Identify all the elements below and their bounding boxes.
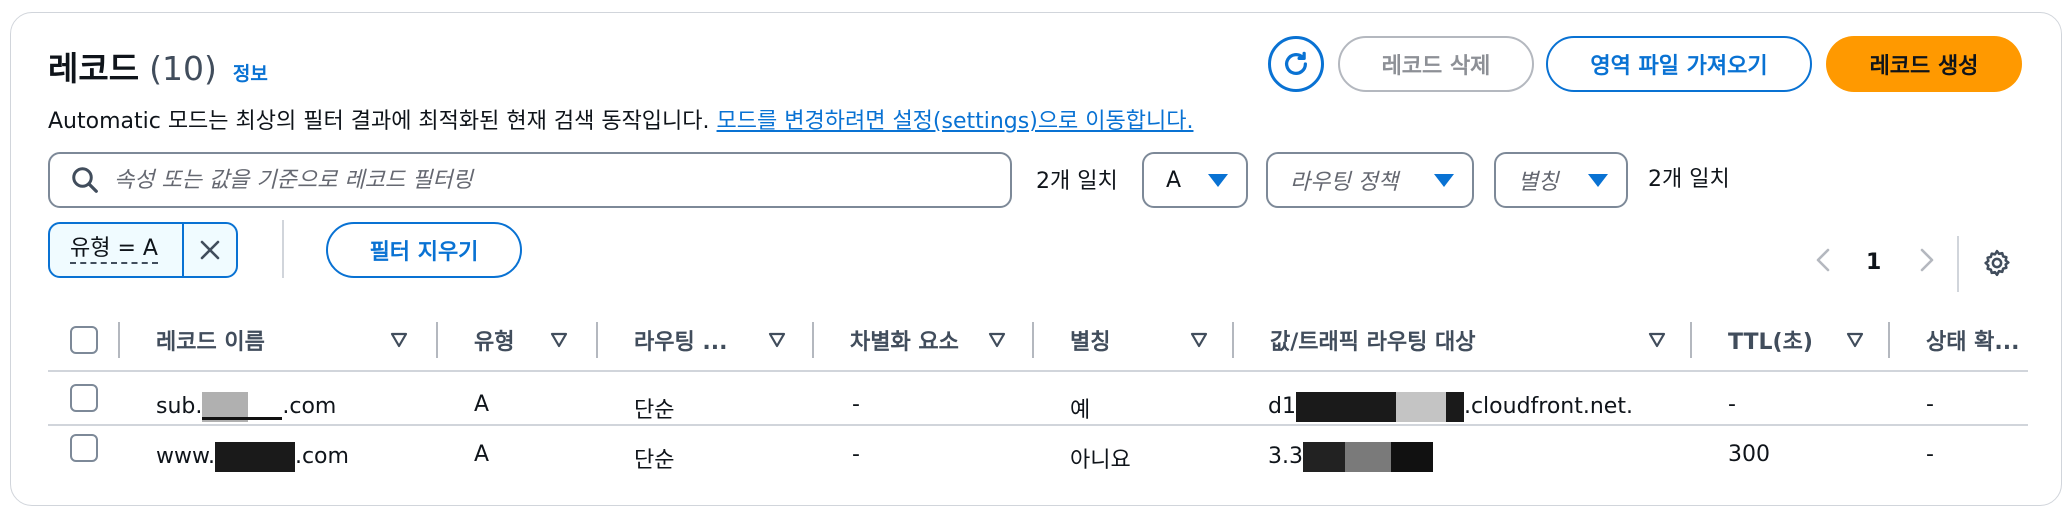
differentiator-cell: - xyxy=(852,442,860,467)
match-count-2: 2개 일치 xyxy=(1648,167,1730,192)
create-record-button[interactable]: 레코드 생성 xyxy=(1826,36,2022,92)
column-header-alias[interactable]: 별칭 xyxy=(1070,312,1110,368)
health-check-cell: - xyxy=(1926,442,1934,467)
header-divider xyxy=(48,370,2028,372)
routing-policy-select[interactable]: 라우팅 정책 xyxy=(1266,152,1474,208)
filter-token-text: 유형 = A xyxy=(70,236,158,264)
info-link[interactable]: 정보 xyxy=(233,59,268,86)
row-divider xyxy=(48,424,2028,426)
redacted-block xyxy=(1445,392,1464,422)
redacted-block xyxy=(214,442,295,472)
ttl-cell: 300 xyxy=(1728,442,1770,467)
redacted-block xyxy=(1345,442,1391,472)
close-icon xyxy=(200,240,220,260)
column-header-record-name[interactable]: 레코드 이름 xyxy=(156,312,265,368)
import-zone-file-button[interactable]: 영역 파일 가져오기 xyxy=(1546,36,1812,92)
redacted-block xyxy=(1295,392,1396,422)
type-select[interactable]: A xyxy=(1142,152,1248,208)
type-cell: A xyxy=(474,392,490,417)
match-count: 2개 일치 xyxy=(1036,169,1118,194)
column-header-type[interactable]: 유형 xyxy=(474,312,514,368)
sort-icon[interactable] xyxy=(768,331,786,349)
column-divider xyxy=(1032,322,1034,358)
select-all-checkbox[interactable] xyxy=(70,326,98,354)
record-name-cell[interactable]: www. .com xyxy=(156,442,349,472)
row-checkbox[interactable] xyxy=(70,434,98,462)
caret-down-icon xyxy=(1588,173,1608,187)
differentiator-cell: - xyxy=(852,392,860,417)
previous-page-icon[interactable] xyxy=(1812,244,1836,276)
sort-icon[interactable] xyxy=(1190,331,1208,349)
alias-cell: 아니요 xyxy=(1070,448,1131,473)
value-prefix: 3.3 xyxy=(1268,444,1303,469)
refresh-icon xyxy=(1285,51,1307,75)
value-suffix: .cloudfront.net. xyxy=(1463,394,1633,419)
sort-icon[interactable] xyxy=(390,331,408,349)
caret-down-icon xyxy=(1434,173,1454,187)
alias-placeholder: 별칭 xyxy=(1518,170,1559,195)
value-prefix: d1 xyxy=(1268,394,1296,419)
settings-link[interactable]: 모드를 변경하려면 설정(settings)으로 이동합니다. xyxy=(717,109,1194,134)
refresh-button[interactable] xyxy=(1268,36,1324,92)
column-divider xyxy=(436,322,438,358)
column-divider xyxy=(596,322,598,358)
clear-filters-button[interactable]: 필터 지우기 xyxy=(326,222,522,278)
ttl-cell: - xyxy=(1728,392,1736,417)
type-select-value: A xyxy=(1166,167,1182,193)
search-input[interactable] xyxy=(114,167,974,193)
routing-policy-placeholder: 라우팅 정책 xyxy=(1290,170,1399,195)
record-name-suffix: .com xyxy=(282,394,337,419)
row-checkbox[interactable] xyxy=(70,384,98,412)
description-text: Automatic 모드는 최상의 필터 결과에 최적화된 현재 검색 동작입니… xyxy=(48,109,710,134)
health-check-cell: - xyxy=(1926,392,1934,417)
alias-cell: 예 xyxy=(1070,398,1091,423)
alias-select[interactable]: 별칭 xyxy=(1494,152,1628,208)
filter-token-label[interactable]: 유형 = A xyxy=(50,224,182,276)
column-divider xyxy=(1232,322,1234,358)
page-title: 레코드 (10) 정보 xyxy=(48,42,268,90)
divider xyxy=(1957,236,1959,292)
routing-cell: 단순 xyxy=(634,448,675,473)
sort-icon[interactable] xyxy=(1648,331,1666,349)
column-header-value[interactable]: 값/트래픽 라우팅 대상 xyxy=(1270,312,1476,368)
sort-icon[interactable] xyxy=(1846,331,1864,349)
value-cell: d1 .cloudfront.net. xyxy=(1268,392,1633,422)
delete-record-button[interactable]: 레코드 삭제 xyxy=(1338,36,1534,92)
column-divider xyxy=(1888,322,1890,358)
filter-token: 유형 = A xyxy=(48,222,238,278)
column-divider xyxy=(812,322,814,358)
table-header: 레코드 이름 유형 라우팅 ... 차별화 요소 별칭 값/트래픽 라우팅 대상… xyxy=(48,312,2028,368)
caret-down-icon xyxy=(1208,173,1228,187)
sort-icon[interactable] xyxy=(550,331,568,349)
next-page-icon[interactable] xyxy=(1914,244,1938,276)
remove-token-button[interactable] xyxy=(182,224,236,276)
redacted-block xyxy=(1303,442,1345,472)
description: Automatic 모드는 최상의 필터 결과에 최적화된 현재 검색 동작입니… xyxy=(48,103,1193,135)
divider xyxy=(282,220,284,278)
type-cell: A xyxy=(474,442,490,467)
current-page[interactable]: 1 xyxy=(1866,250,1881,275)
search-icon xyxy=(72,167,98,193)
column-header-routing[interactable]: 라우팅 ... xyxy=(634,312,727,368)
column-divider xyxy=(118,322,120,358)
redacted-block xyxy=(1391,442,1433,472)
record-name-prefix: www. xyxy=(156,444,215,469)
gear-icon[interactable] xyxy=(1982,248,2012,278)
record-name-prefix: sub. xyxy=(156,394,203,419)
sort-icon[interactable] xyxy=(988,331,1006,349)
value-cell: 3.3 xyxy=(1268,442,1433,472)
column-header-differentiator[interactable]: 차별화 요소 xyxy=(850,312,959,368)
routing-cell: 단순 xyxy=(634,398,675,423)
column-divider xyxy=(1690,322,1692,358)
column-header-health-check[interactable]: 상태 확... xyxy=(1926,312,2019,368)
title-text: 레코드 xyxy=(48,49,140,88)
column-header-ttl[interactable]: TTL(초) xyxy=(1728,312,1813,368)
record-name-suffix: .com xyxy=(294,444,349,469)
record-count: (10) xyxy=(149,49,217,88)
search-box xyxy=(48,152,1012,208)
record-name-cell[interactable]: sub. .com xyxy=(156,392,336,422)
redacted-block xyxy=(202,392,283,422)
redacted-block xyxy=(1395,392,1446,422)
